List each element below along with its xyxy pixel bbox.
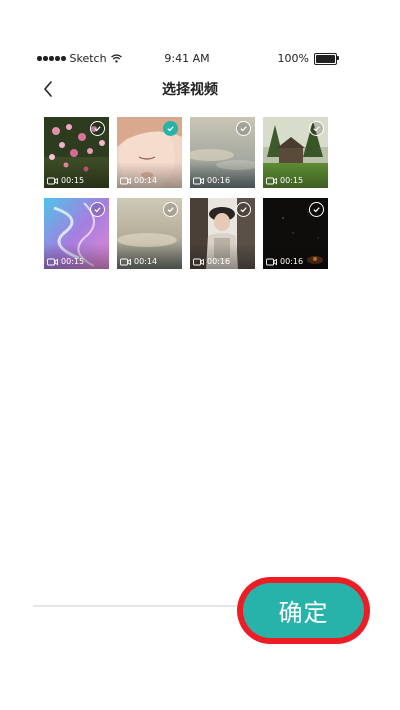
select-checkbox[interactable]: [309, 121, 324, 136]
checkmark-icon: [167, 207, 174, 213]
video-tile-4[interactable]: 00:15: [263, 117, 328, 188]
battery-icon: [314, 52, 339, 65]
video-camera-icon: [120, 258, 131, 265]
select-checkbox[interactable]: [90, 121, 105, 136]
video-duration: 00:16: [207, 257, 231, 266]
checkmark-icon: [240, 207, 247, 213]
video-duration: 00:16: [207, 176, 231, 185]
status-bar: Sketch 9:41 AM 100%: [37, 52, 339, 68]
screen: Sketch 9:41 AM 100% 选择视频 00:15 00:14 00:…: [0, 0, 400, 710]
video-camera-icon: [47, 258, 58, 265]
video-duration: 00:15: [280, 176, 304, 185]
page-title: 选择视频: [162, 82, 218, 98]
video-meta: 00:15: [47, 257, 84, 266]
checkmark-icon: [240, 126, 247, 132]
video-tile-8[interactable]: 00:16: [263, 198, 328, 269]
nav-bar: 选择视频: [30, 74, 350, 104]
progress-divider: [33, 605, 248, 607]
video-camera-icon: [120, 177, 131, 184]
video-camera-icon: [47, 177, 58, 184]
video-tile-1[interactable]: 00:15: [44, 117, 109, 188]
video-meta: 00:14: [120, 176, 157, 185]
video-duration: 00:14: [134, 176, 158, 185]
video-tile-2[interactable]: 00:14: [117, 117, 182, 188]
checkmark-icon: [167, 126, 174, 132]
video-meta: 00:16: [193, 257, 230, 266]
video-tile-3[interactable]: 00:16: [190, 117, 255, 188]
select-checkbox[interactable]: [163, 202, 178, 217]
checkmark-icon: [94, 126, 101, 132]
video-meta: 00:15: [266, 176, 303, 185]
checkmark-icon: [313, 207, 320, 213]
video-camera-icon: [193, 258, 204, 265]
video-grid: 00:15 00:14 00:16 00:15 00:15 00:14 00:1…: [44, 117, 330, 269]
video-duration: 00:16: [280, 257, 304, 266]
status-right: 100%: [277, 52, 339, 65]
video-meta: 00:16: [193, 176, 230, 185]
video-duration: 00:15: [61, 176, 85, 185]
video-camera-icon: [266, 177, 277, 184]
video-duration: 00:14: [134, 257, 158, 266]
video-tile-5[interactable]: 00:15: [44, 198, 109, 269]
select-checkbox[interactable]: [236, 121, 251, 136]
video-duration: 00:15: [61, 257, 85, 266]
checkmark-icon: [313, 126, 320, 132]
select-checkbox[interactable]: [236, 202, 251, 217]
video-meta: 00:15: [47, 176, 84, 185]
video-meta: 00:16: [266, 257, 303, 266]
checkmark-icon: [94, 207, 101, 213]
video-meta: 00:14: [120, 257, 157, 266]
video-camera-icon: [193, 177, 204, 184]
confirm-button[interactable]: 确定: [243, 583, 364, 638]
video-tile-6[interactable]: 00:14: [117, 198, 182, 269]
video-tile-7[interactable]: 00:16: [190, 198, 255, 269]
select-checkbox-checked[interactable]: [163, 121, 178, 136]
battery-percent: 100%: [277, 52, 309, 65]
video-camera-icon: [266, 258, 277, 265]
select-checkbox[interactable]: [309, 202, 324, 217]
select-checkbox[interactable]: [90, 202, 105, 217]
